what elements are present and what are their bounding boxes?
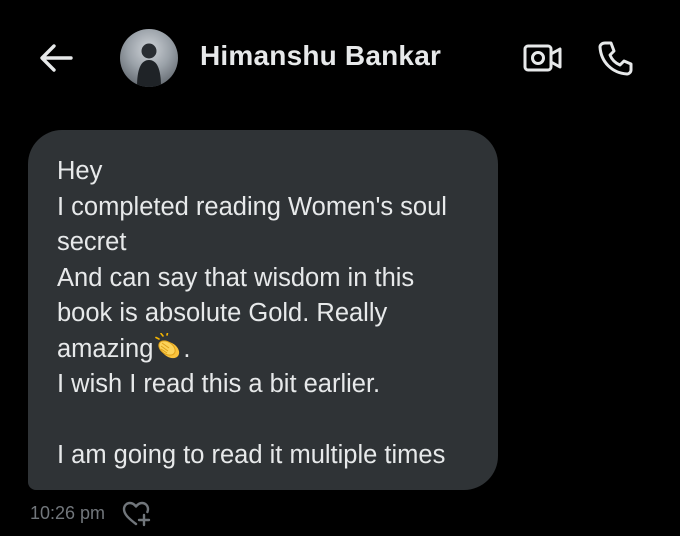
back-button[interactable] xyxy=(32,36,80,80)
message-text: amazing xyxy=(57,334,154,363)
message-timestamp: 10:26 pm xyxy=(30,503,106,523)
dm-conversation-screen: Himanshu Bankar Hey I completed reading … xyxy=(0,0,680,536)
message-line: I am going to read it multiple times xyxy=(57,441,446,469)
video-camera-icon xyxy=(523,44,562,72)
message-line: I completed reading Women's soul xyxy=(57,192,447,221)
message-line-blank xyxy=(57,403,472,439)
message-line: Hey xyxy=(57,157,103,185)
message-line: And can say that wisdom in this xyxy=(57,263,415,292)
conversation-header: Himanshu Bankar xyxy=(0,0,680,116)
voice-call-button[interactable] xyxy=(592,36,638,80)
avatar-silhouette xyxy=(137,43,161,87)
message-line-with-emoji: amazing . xyxy=(57,332,472,368)
message-line: book is absolute Gold. Really xyxy=(57,299,388,327)
received-message-bubble[interactable]: Hey I completed reading Women's soul sec… xyxy=(28,130,498,490)
avatar[interactable] xyxy=(120,29,178,87)
arrow-left-icon xyxy=(40,44,73,72)
heart-plus-icon xyxy=(122,501,151,527)
message-line: secret xyxy=(57,228,127,256)
clapping-hands-icon xyxy=(155,332,180,358)
contact-name[interactable]: Himanshu Bankar xyxy=(200,40,441,72)
phone-icon xyxy=(598,41,633,76)
add-reaction-button[interactable] xyxy=(121,500,153,528)
video-call-button[interactable] xyxy=(518,38,568,78)
message-text: . xyxy=(183,334,191,363)
message-line: I wish I read this a bit earlier. xyxy=(57,370,381,398)
